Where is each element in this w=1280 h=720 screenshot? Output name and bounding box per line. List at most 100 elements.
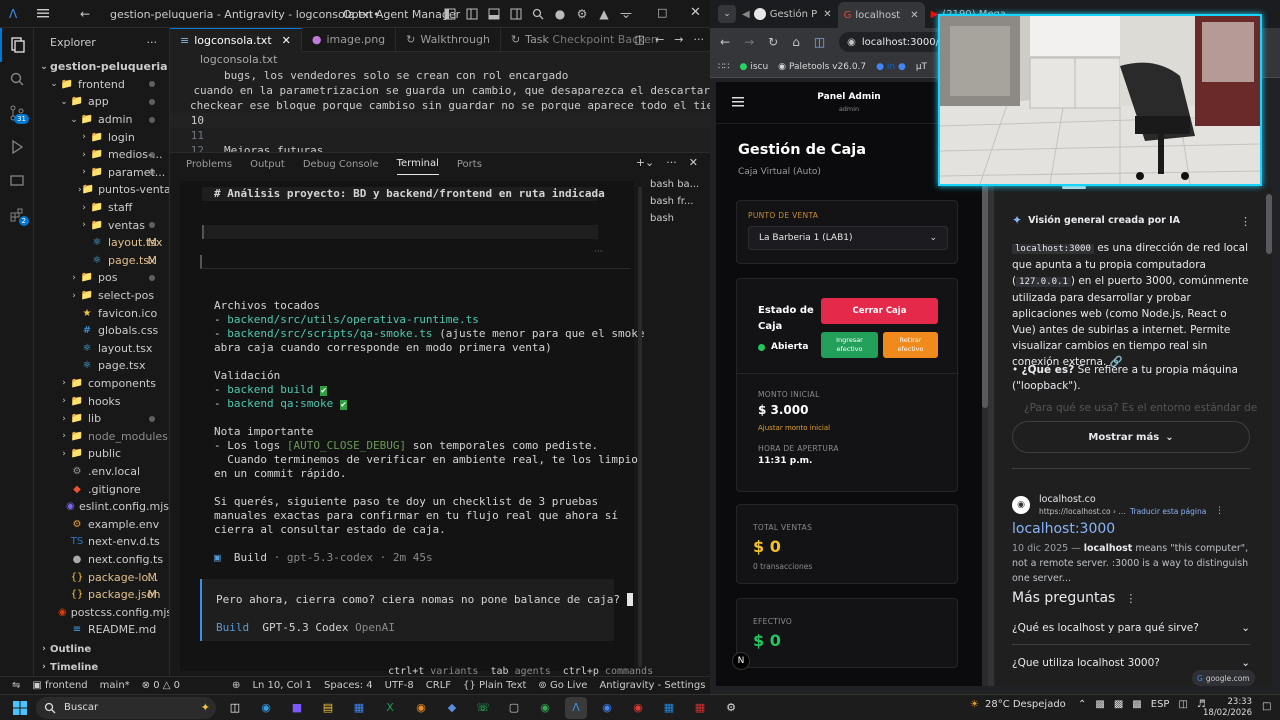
nav-back-icon[interactable]: ← (80, 7, 90, 21)
retirar-efectivo-button[interactable]: Retirar efectivo (883, 332, 938, 358)
more-actions-icon[interactable]: ··· (666, 156, 677, 169)
tree-folder[interactable]: ⌄ 📁 frontend (34, 76, 169, 94)
tab-walkthrough[interactable]: ↻ Walkthrough (396, 27, 501, 52)
tree-file[interactable]: ≡ README.md (34, 621, 169, 639)
start-icon[interactable] (8, 697, 32, 719)
address-bar[interactable]: ◉ localhost:3000/ad (839, 32, 951, 52)
store-icon[interactable]: ▦ (348, 697, 370, 719)
settings-icon[interactable]: ⚙ (720, 697, 742, 719)
wifi-icon[interactable]: ◫ (1178, 699, 1187, 710)
panel-tab-ports[interactable]: Ports (457, 153, 482, 175)
menu-icon[interactable] (36, 6, 50, 20)
drag-handle[interactable] (1062, 186, 1086, 189)
pane-scrollbar[interactable] (1266, 188, 1272, 686)
project-status[interactable]: ▣ frontend (32, 680, 87, 691)
tree-file[interactable]: ★ favicon.ico (34, 304, 169, 322)
result-title-link[interactable]: localhost:3000 (1012, 521, 1115, 537)
account-icon[interactable]: ▲ (596, 6, 612, 22)
tree-folder[interactable]: › 📁 select-pos (34, 287, 169, 305)
tree-file[interactable]: ⚙ example.env (34, 515, 169, 533)
tree-file[interactable]: ◆ .gitignore (34, 480, 169, 498)
more-actions-icon[interactable]: ··· (694, 33, 705, 46)
tree-folder[interactable]: › 📁 node_modules (34, 427, 169, 445)
mode-label[interactable]: Build (216, 621, 249, 634)
tree-folder[interactable]: › 📁 login (34, 128, 169, 146)
extension-icon[interactable]: ● (552, 6, 568, 22)
app-icon[interactable]: ◆ (441, 697, 463, 719)
tree-folder[interactable]: › 📁 puntos-venta (34, 181, 169, 199)
calculator-icon[interactable]: ▦ (658, 697, 680, 719)
ingresar-efectivo-button[interactable]: Ingresar efectivo (821, 332, 878, 358)
terminal-scrollbar[interactable] (638, 187, 642, 667)
chrome-icon-2[interactable]: ◉ (596, 697, 618, 719)
more-options-icon[interactable]: ⋮ (1125, 592, 1136, 605)
tree-file[interactable]: TS next-env.d.ts (34, 533, 169, 551)
browser-tab-localhost[interactable]: Glocalhost ✕ (837, 2, 925, 28)
chevron-up-icon[interactable]: ⌃ (1078, 699, 1086, 710)
go-forward-icon[interactable]: → (674, 33, 683, 46)
tree-file[interactable]: ◉ eslint.config.mjs (34, 498, 169, 516)
language-mode[interactable]: {} Plain Text (463, 680, 526, 691)
settings-status[interactable]: Antigravity - Settings (599, 680, 705, 691)
close-icon[interactable]: ✕ (910, 10, 918, 21)
code-line[interactable]: checkear ese bloque porque cambiso sin g… (170, 98, 710, 113)
code-line[interactable]: 12 Mejoras futuras (170, 143, 710, 152)
task-view-icon[interactable]: ◫ (224, 697, 246, 719)
clock[interactable]: 23:33 18/02/2026 (1202, 697, 1252, 719)
encoding[interactable]: UTF-8 (385, 680, 414, 691)
pos-select[interactable]: La Barberia 1 (LAB1) ⌄ (748, 226, 948, 250)
search-icon[interactable] (530, 6, 546, 22)
question-2[interactable]: ¿Que utiliza localhost 3000? ⌄ (1012, 657, 1250, 669)
remote-status-icon[interactable]: ⇋ (12, 680, 20, 691)
terminal-item-1[interactable]: bash ba... (650, 179, 710, 196)
home-icon[interactable]: ⌂ (792, 35, 800, 49)
editor[interactable]: logconsola.txt bugs, los vendedores solo… (170, 52, 710, 152)
tree-file[interactable]: ● next.config.ts (34, 551, 169, 569)
more-options-icon[interactable]: ⋮ (1215, 506, 1224, 516)
more-actions-icon[interactable]: ··· (147, 36, 158, 49)
result-url[interactable]: https://localhost.co › ... (1039, 507, 1126, 516)
maximize-button[interactable]: □ (657, 6, 667, 19)
tree-file[interactable]: # globals.css (34, 322, 169, 340)
timeline-section[interactable]: › Timeline (34, 658, 169, 676)
terminal-item-3[interactable]: bash (650, 213, 710, 230)
zoom-icon[interactable]: ⊕ (232, 680, 240, 691)
tree-file[interactable]: {} package.json M (34, 586, 169, 604)
tab-logconsola[interactable]: ≡ logconsola.txt ✕ (170, 27, 302, 52)
indentation[interactable]: Spaces: 4 (324, 680, 373, 691)
antigravity-icon[interactable]: Λ (565, 696, 587, 719)
minimize-button[interactable]: — (620, 6, 632, 20)
sidepanel-icon[interactable]: ◫ (814, 35, 825, 49)
taskbar-search[interactable]: Buscar ✦ (36, 696, 216, 719)
close-icon[interactable]: ✕ (823, 9, 831, 20)
reload-icon[interactable]: ↻ (768, 35, 778, 49)
code-line[interactable]: bugs, los vendedores solo se crean con r… (170, 68, 710, 83)
translate-link[interactable]: Traducir esta página (1130, 507, 1206, 516)
whatsapp-icon[interactable]: ☏ (472, 697, 494, 719)
chrome-icon[interactable]: ◉ (534, 697, 556, 719)
tree-file[interactable]: ⚛ page.tsx M (34, 252, 169, 270)
code-line[interactable]: cuando en la parametrizacion se guarda u… (170, 83, 710, 98)
bookmark-paletools[interactable]: ◉ Paletools v26.0.7 (778, 62, 866, 72)
tree-folder[interactable]: › 📁 ventas (34, 216, 169, 234)
cursor-position[interactable]: Ln 10, Col 1 (252, 680, 312, 691)
terminal[interactable]: # Análisis proyecto: BD y backend/fronte… (180, 181, 653, 677)
google-url-badge[interactable]: Ggoogle.com (1192, 670, 1255, 686)
edge-icon[interactable]: ◉ (255, 697, 277, 719)
close-panel-icon[interactable]: ✕ (689, 156, 698, 169)
tree-file[interactable]: {} package-lo... M (34, 568, 169, 586)
tree-file[interactable]: ⚛ layout.tsx (34, 340, 169, 358)
toggle-panel-icon[interactable] (486, 6, 502, 22)
ajustar-monto-link[interactable]: Ajustar monto inicial (758, 424, 830, 432)
panel-tab-terminal[interactable]: Terminal (396, 153, 439, 175)
recorder-icon[interactable]: ◉ (627, 697, 649, 719)
layout-icon[interactable] (442, 6, 458, 22)
terminal-item-2[interactable]: bash fr... (650, 196, 710, 213)
panel-tab-problems[interactable]: Problems (186, 153, 232, 175)
language-indicator[interactable]: ESP (1151, 699, 1170, 710)
new-terminal-icon[interactable]: +⌄ (636, 156, 654, 169)
branch-status[interactable]: main* (100, 680, 130, 691)
tree-root[interactable]: ⌄ gestion-peluqueria (34, 58, 169, 76)
breadcrumb[interactable]: logconsola.txt (200, 53, 277, 66)
teams-icon[interactable]: ■ (286, 697, 308, 719)
